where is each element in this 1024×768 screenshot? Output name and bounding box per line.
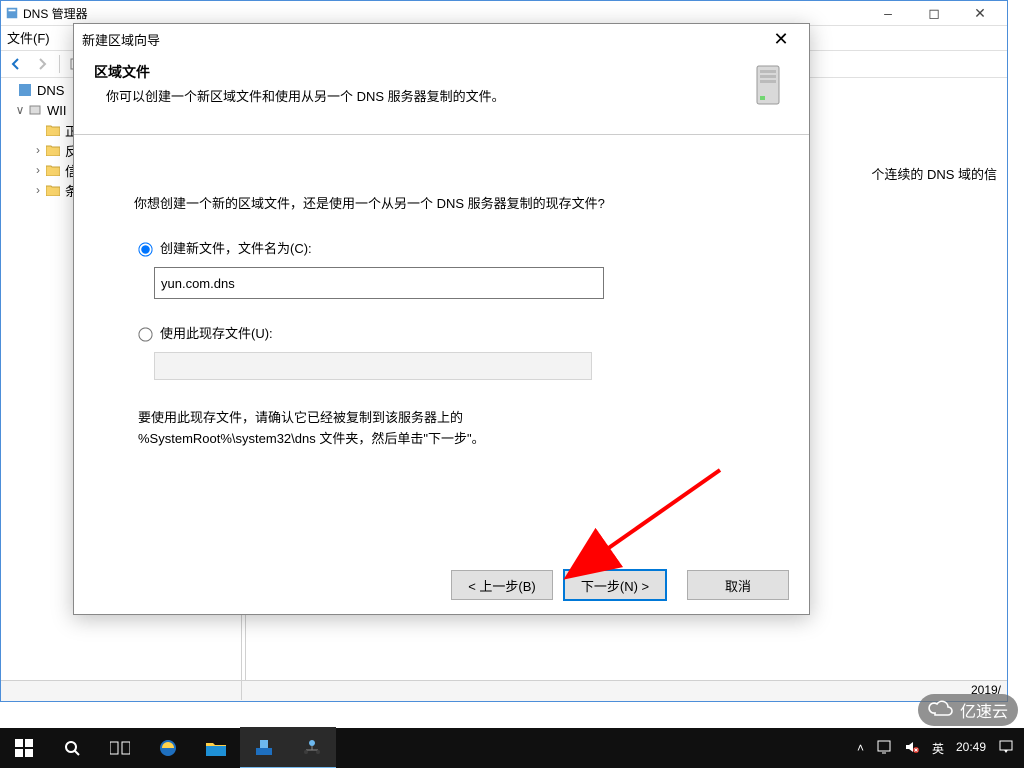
task-view-icon[interactable] bbox=[96, 728, 144, 768]
folder-icon bbox=[45, 162, 61, 178]
ime-indicator[interactable]: 英 bbox=[932, 740, 944, 757]
folder-icon bbox=[45, 122, 61, 138]
wizard-body: 你想创建一个新的区域文件，还是使用一个从另一个 DNS 服务器复制的现存文件? … bbox=[74, 135, 809, 460]
server-icon bbox=[747, 62, 789, 110]
cloud-icon bbox=[928, 699, 954, 722]
new-zone-wizard-dialog: 新建区域向导 ✕ 区域文件 你可以创建一个新区域文件和使用从另一个 DNS 服务… bbox=[73, 23, 810, 615]
menu-file[interactable]: 文件(F) bbox=[7, 31, 50, 46]
back-icon[interactable] bbox=[5, 54, 27, 74]
radio-create-label: 创建新文件，文件名为(C): bbox=[160, 238, 312, 257]
ie-icon[interactable] bbox=[144, 728, 192, 768]
expand-icon[interactable]: › bbox=[31, 163, 45, 177]
dns-app-icon bbox=[5, 6, 19, 20]
wizard-header: 区域文件 你可以创建一个新区域文件和使用从另一个 DNS 服务器复制的文件。 bbox=[74, 54, 809, 135]
system-tray[interactable]: ˄ 英 20:49 bbox=[857, 739, 1024, 758]
watermark: 亿速云 bbox=[918, 694, 1018, 726]
expand-icon[interactable]: › bbox=[31, 143, 45, 157]
minimize-button[interactable]: – bbox=[865, 1, 911, 25]
wizard-prompt: 你想创建一个新的区域文件，还是使用一个从另一个 DNS 服务器复制的现存文件? bbox=[134, 193, 749, 212]
close-icon[interactable]: ✕ bbox=[761, 29, 801, 50]
wizard-note: 要使用此现存文件，请确认它已经被复制到该服务器上的 %SystemRoot%\s… bbox=[134, 408, 749, 450]
file-explorer-icon[interactable] bbox=[192, 728, 240, 768]
pane-splitter[interactable] bbox=[241, 614, 242, 700]
radio-use-existing-file-input[interactable] bbox=[138, 327, 152, 341]
radio-create-new-file[interactable]: 创建新文件，文件名为(C): bbox=[134, 238, 749, 257]
existing-filename-input-disabled bbox=[154, 352, 592, 380]
maximize-button[interactable]: ◻ bbox=[911, 1, 957, 25]
folder-icon bbox=[45, 142, 61, 158]
wizard-titlebar[interactable]: 新建区域向导 ✕ bbox=[74, 24, 809, 54]
radio-create-new-file-input[interactable] bbox=[138, 242, 152, 256]
wizard-title: 新建区域向导 bbox=[82, 30, 160, 49]
wizard-header-title: 区域文件 bbox=[94, 62, 747, 82]
watermark-text: 亿速云 bbox=[960, 698, 1008, 722]
statusbar: 2019/ bbox=[1, 680, 1007, 701]
server-icon bbox=[27, 102, 43, 118]
clock[interactable]: 20:49 bbox=[956, 741, 986, 755]
network-icon[interactable] bbox=[876, 739, 892, 758]
taskbar-app-1[interactable] bbox=[240, 727, 288, 768]
close-button[interactable]: ✕ bbox=[957, 1, 1003, 25]
main-title: DNS 管理器 bbox=[23, 5, 88, 22]
forward-icon[interactable] bbox=[31, 54, 53, 74]
volume-icon[interactable] bbox=[904, 739, 920, 758]
folder-icon bbox=[45, 182, 61, 198]
wizard-footer: < 上一步(B) 下一步(N) > 取消 bbox=[74, 556, 809, 614]
wizard-header-subtitle: 你可以创建一个新区域文件和使用从另一个 DNS 服务器复制的文件。 bbox=[94, 86, 747, 105]
cancel-button[interactable]: 取消 bbox=[687, 570, 789, 600]
radio-use-label: 使用此现存文件(U): bbox=[160, 323, 273, 342]
zone-filename-input[interactable] bbox=[154, 267, 604, 299]
tray-chevron-up-icon[interactable]: ˄ bbox=[857, 741, 864, 755]
expand-icon[interactable]: ∨ bbox=[13, 103, 27, 117]
expand-icon[interactable]: › bbox=[31, 183, 45, 197]
taskbar-app-dns[interactable] bbox=[288, 727, 336, 768]
start-button[interactable] bbox=[0, 728, 48, 768]
taskbar[interactable]: ˄ 英 20:49 bbox=[0, 728, 1024, 768]
radio-use-existing-file[interactable]: 使用此现存文件(U): bbox=[134, 323, 749, 342]
content-hint-text: 个连续的 DNS 域的信 bbox=[871, 164, 997, 183]
dns-root-icon bbox=[17, 82, 33, 98]
search-icon[interactable] bbox=[48, 728, 96, 768]
back-button[interactable]: < 上一步(B) bbox=[451, 570, 553, 600]
action-center-icon[interactable] bbox=[998, 739, 1014, 758]
next-button[interactable]: 下一步(N) > bbox=[563, 569, 667, 601]
